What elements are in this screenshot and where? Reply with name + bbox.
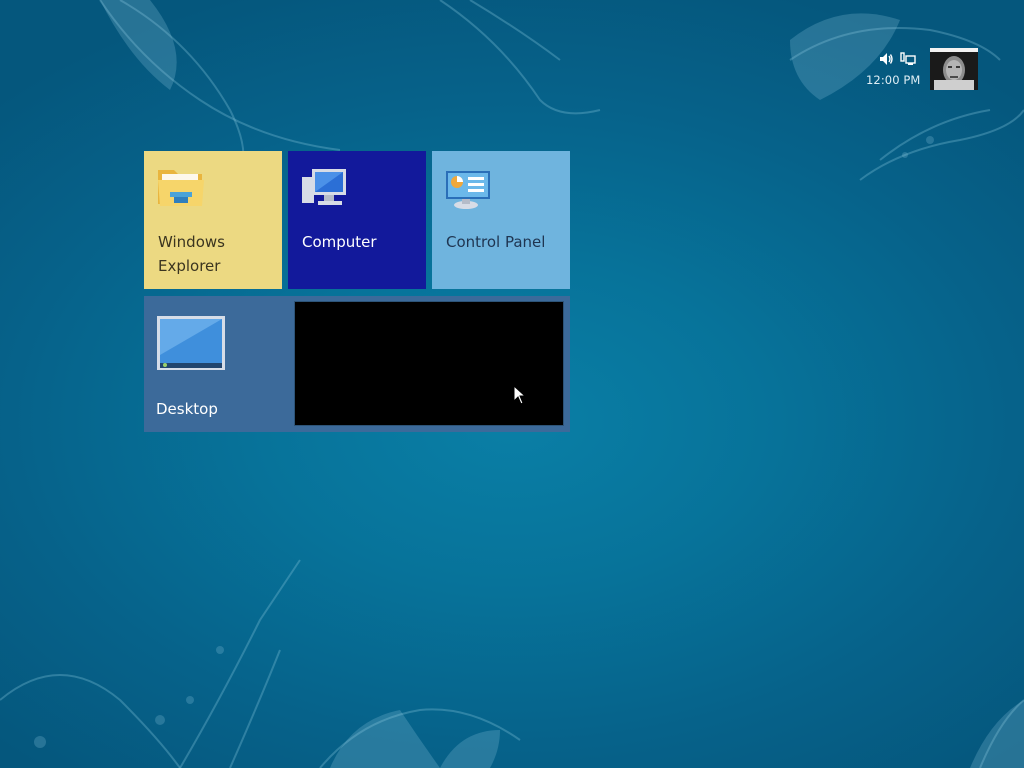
desktop-icon	[157, 316, 225, 370]
user-avatar[interactable]	[930, 48, 978, 90]
tile-windows-explorer[interactable]: Windows Explorer	[144, 151, 282, 289]
tile-label: Control Panel	[446, 233, 546, 251]
clock-time[interactable]: 12:00 PM	[866, 73, 920, 87]
status-area: 12:00 PM	[860, 52, 930, 92]
speaker-icon[interactable]	[878, 52, 894, 66]
mouse-cursor-icon	[513, 385, 527, 405]
tile-label: Computer	[302, 233, 377, 251]
status-icons	[878, 52, 916, 66]
computer-icon	[302, 169, 346, 205]
avatar-photo	[930, 52, 978, 90]
tile-computer[interactable]: Computer	[288, 151, 426, 289]
tile-desktop[interactable]: Desktop	[144, 296, 570, 432]
tile-control-panel[interactable]: Control Panel	[432, 151, 570, 289]
folder-icon	[158, 170, 204, 206]
tile-label: Windows Explorer	[158, 233, 225, 275]
tile-label: Desktop	[156, 400, 218, 418]
network-icon[interactable]	[900, 52, 916, 66]
control-panel-icon	[446, 171, 490, 209]
desktop-preview	[294, 301, 564, 426]
